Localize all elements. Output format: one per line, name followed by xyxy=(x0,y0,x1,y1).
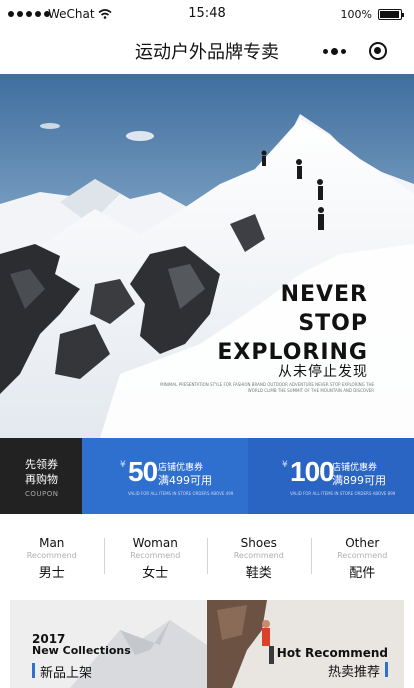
currency-symbol: ¥ xyxy=(282,460,288,470)
category-woman[interactable]: Woman Recommend 女士 xyxy=(103,528,208,586)
category-man[interactable]: Man Recommend 男士 xyxy=(0,528,104,586)
coupon-condition: 满899可用 xyxy=(332,474,386,487)
hero-headline-line: NEVER xyxy=(280,282,368,307)
promo-label-cn: 新品上架 xyxy=(40,666,93,681)
battery-percent: 100% xyxy=(340,8,372,21)
promo-title: New Collections xyxy=(32,644,131,657)
category-sub: Recommend xyxy=(233,551,284,560)
category-label-cn: 配件 xyxy=(349,566,376,581)
coupon-header-label: COUPON xyxy=(25,490,59,498)
coupon-header-line: 先领券 xyxy=(25,458,58,471)
hot-recommend-card[interactable]: Hot Recommend 热卖推荐 xyxy=(207,600,404,688)
category-label-en: Man xyxy=(39,536,65,550)
new-collections-card[interactable]: 2017 New Collections 新品上架 xyxy=(10,600,207,688)
category-other[interactable]: Other Recommend 配件 xyxy=(310,528,414,586)
coupon-header-line: 再购物 xyxy=(25,473,58,486)
target-close-icon[interactable] xyxy=(356,35,400,67)
category-shoes[interactable]: Shoes Recommend 鞋类 xyxy=(207,528,311,586)
coupon-strip: 先领券 再购物 COUPON ¥ 50 店铺优惠券 满499可用 VALID F… xyxy=(0,438,414,514)
accent-bar xyxy=(385,662,388,677)
coupon-header: 先领券 再购物 COUPON xyxy=(0,438,82,514)
coupon-condition: 满499可用 xyxy=(158,474,212,487)
coupon-amount: 50 xyxy=(128,456,158,487)
status-bar: WeChat 15:48 100% xyxy=(0,0,414,28)
category-sub: Recommend xyxy=(26,551,77,560)
coupon-amount: 100 xyxy=(290,456,335,487)
category-label-en: Woman xyxy=(132,536,178,550)
category-label-cn: 鞋类 xyxy=(245,566,272,581)
promo-title: Hot Recommend xyxy=(276,646,388,660)
category-label-en: Other xyxy=(345,536,380,550)
hero-banner[interactable]: NEVER STOP EXPLORING 从未停止发现 MINIMAL PRES… xyxy=(0,74,414,438)
hero-headline: NEVER STOP EXPLORING xyxy=(217,280,368,367)
category-sub: Recommend xyxy=(337,551,388,560)
category-label-cn: 男士 xyxy=(38,566,65,581)
coupon-100[interactable]: ¥ 100 店铺优惠券 满899可用 VALID FOR ALL ITEMS I… xyxy=(248,438,414,514)
category-sub: Recommend xyxy=(130,551,181,560)
accent-bar xyxy=(32,663,35,678)
promo-label-cn: 热卖推荐 xyxy=(327,665,380,680)
category-nav: Man Recommend 男士 Woman Recommend 女士 Shoe… xyxy=(0,528,414,586)
battery-icon xyxy=(378,9,404,20)
nav-bar: 运动户外品牌专卖 xyxy=(0,28,414,74)
currency-symbol: ¥ xyxy=(120,460,126,470)
hero-fine-print: MINIMAL PRESENTATION STYLE FOR FASHION B… xyxy=(160,382,374,393)
hero-headline-line: STOP xyxy=(298,311,368,336)
coupon-50[interactable]: ¥ 50 店铺优惠券 满499可用 VALID FOR ALL ITEMS IN… xyxy=(82,438,248,514)
coupon-fine-print: VALID FOR ALL ITEMS IN STORE ORDERS ABOV… xyxy=(290,491,396,496)
mini-program-capsule xyxy=(312,35,400,67)
coupon-fine-print: VALID FOR ALL ITEMS IN STORE ORDERS ABOV… xyxy=(128,491,234,496)
category-label-en: Shoes xyxy=(240,536,277,550)
category-label-cn: 女士 xyxy=(142,566,169,581)
more-dots-icon[interactable] xyxy=(312,35,356,67)
hero-subtitle: 从未停止发现 xyxy=(278,364,368,380)
